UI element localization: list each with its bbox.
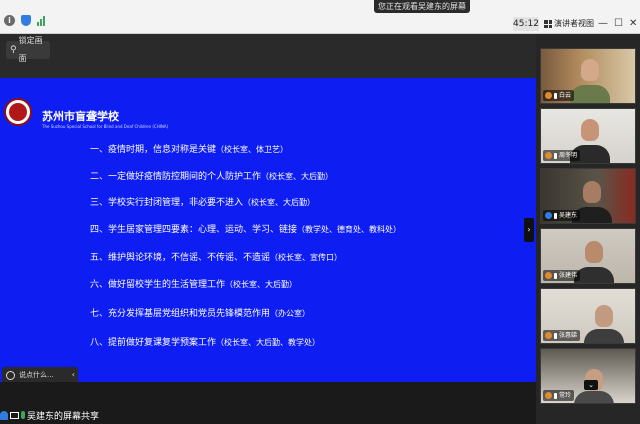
- share-banner: 您正在观看吴建东的屏幕: [374, 0, 470, 13]
- signal-icon[interactable]: [37, 15, 45, 26]
- pin-view-button[interactable]: ⚲ 锁定画面: [6, 36, 50, 63]
- participant-tile[interactable]: 张建伟: [540, 228, 636, 284]
- school-subtitle: The Suzhou Special School for Blind and …: [42, 124, 169, 129]
- participant-tile[interactable]: 白云: [540, 48, 636, 104]
- emoji-icon[interactable]: [6, 370, 15, 380]
- comment-placeholder: 说点什么...: [19, 371, 54, 379]
- participant-name-tag: 周冬明: [543, 150, 581, 161]
- mic-icon: [554, 332, 557, 339]
- meeting-timer: 45:12: [513, 17, 539, 31]
- slide-item: 一、疫情时期，信息对称是关键（校长室、体卫艺）: [90, 145, 289, 155]
- status-icons: i: [4, 15, 45, 26]
- view-switch-button[interactable]: 演讲者视图: [544, 17, 596, 31]
- participant-tile[interactable]: 周冬明: [540, 108, 636, 164]
- mic-icon: [21, 411, 25, 419]
- mic-icon: [554, 272, 557, 279]
- participant-tile[interactable]: 常玲: [540, 348, 636, 404]
- screen-share-text: 吴建东的屏幕共享: [27, 411, 100, 422]
- avatar: [545, 152, 552, 159]
- pin-view-label: 锁定画面: [18, 36, 43, 63]
- shield-icon[interactable]: [21, 15, 31, 26]
- chevron-down-icon: ⌄: [588, 381, 594, 389]
- participant-tile[interactable]: 张惠娣: [540, 288, 636, 344]
- chevron-right-icon: ›: [527, 225, 531, 234]
- slide-item: 五、维护舆论环境，不信谣、不传谣、不造谣（校长室、宣传口）: [90, 253, 343, 263]
- grid-icon: [544, 20, 552, 28]
- avatar: [545, 332, 552, 339]
- minimize-icon[interactable]: —: [598, 17, 608, 31]
- avatar: [545, 272, 552, 279]
- avatar: [545, 212, 552, 219]
- maximize-icon[interactable]: ☐: [614, 17, 623, 31]
- user-icon: [0, 410, 8, 420]
- participant-name-tag: 吴建东: [543, 210, 581, 221]
- participant-name-tag: 张惠娣: [543, 330, 581, 341]
- mic-icon: [554, 152, 557, 159]
- slide-item: 二、一定做好疫情防控期间的个人防护工作（校长室、大后勤）: [90, 172, 334, 182]
- avatar: [545, 392, 552, 399]
- participant-panel: 白云 周冬明 吴建东 张建伟 张惠娣 常玲 ⌄: [536, 34, 640, 424]
- share-toolbar: ⚲ 锁定画面: [0, 34, 536, 78]
- slide-item: 七、充分发挥基层党组织和党员先锋模范作用（办公室）: [90, 309, 311, 319]
- school-name: 苏州市盲聋学校: [42, 110, 119, 123]
- view-switch-label: 演讲者视图: [554, 19, 594, 28]
- participant-name-tag: 张建伟: [543, 270, 581, 281]
- slide-item: 八、提前做好复课复学预案工作（校长室、大后勤、教学处）: [90, 338, 321, 348]
- pin-icon: ⚲: [10, 45, 17, 55]
- mic-icon: [554, 92, 557, 99]
- screen-share-icon: [10, 411, 19, 419]
- participant-name-tag: 常玲: [543, 390, 575, 401]
- slide-item: 四、学生居家管理四要素：心理、运动、学习、链接（教学处、德育处、教科处）: [90, 225, 402, 235]
- slide-item: 六、做好留校学生的生活管理工作（校长室、大后勤）: [90, 280, 298, 290]
- shared-slide: 苏州市盲聋学校 The Suzhou Special School for Bl…: [0, 78, 536, 382]
- window-controls: — ☐ ✕: [598, 17, 637, 31]
- info-icon[interactable]: i: [4, 15, 15, 26]
- avatar: [545, 92, 552, 99]
- scroll-down-button[interactable]: ⌄: [584, 380, 598, 390]
- slide-item: 三、学校实行封闭管理，非必要不进入（校长室、大后勤）: [90, 198, 316, 208]
- participant-name-tag: 白云: [543, 90, 575, 101]
- comment-input[interactable]: 说点什么... ‹: [2, 367, 78, 383]
- school-logo: [4, 98, 32, 126]
- chevron-left-icon[interactable]: ‹: [72, 367, 75, 383]
- close-icon[interactable]: ✕: [629, 17, 637, 31]
- screen-share-label: 吴建东的屏幕共享: [0, 408, 99, 422]
- mic-icon: [554, 212, 557, 219]
- participant-tile[interactable]: 吴建东: [540, 168, 636, 224]
- top-bar: i 您正在观看吴建东的屏幕 45:12 演讲者视图 — ☐ ✕: [0, 0, 640, 34]
- mic-icon: [554, 392, 557, 399]
- collapse-panel-button[interactable]: ›: [524, 218, 534, 242]
